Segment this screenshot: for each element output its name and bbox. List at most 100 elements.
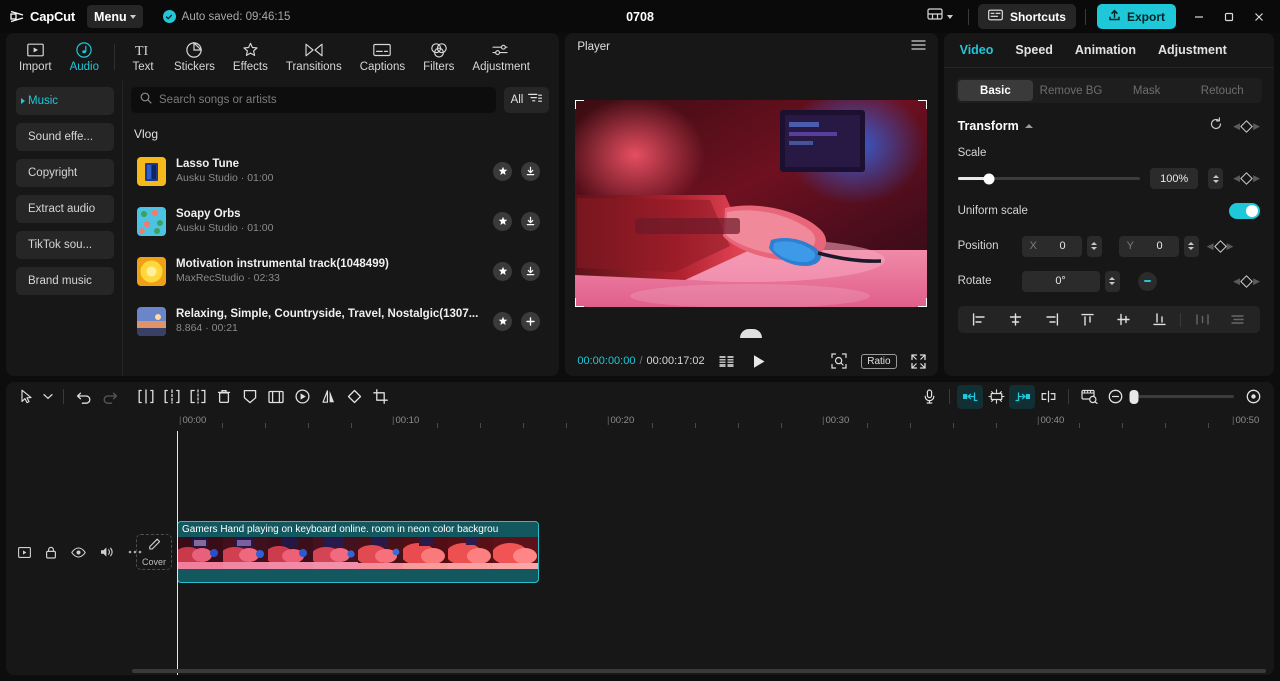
category-extract-audio[interactable]: Extract audio — [16, 195, 114, 223]
tab-adjustment[interactable]: Adjustment — [463, 38, 539, 76]
download-icon[interactable] — [521, 211, 541, 231]
next-keyframe-icon[interactable]: ▶ — [1253, 276, 1260, 287]
link-icon[interactable] — [1035, 385, 1061, 409]
scale-value-field[interactable]: 100% — [1150, 168, 1199, 189]
subtab-retouch[interactable]: Retouch — [1184, 80, 1260, 101]
tab-text[interactable]: TI Text — [121, 38, 165, 76]
scale-stepper[interactable] — [1208, 168, 1224, 189]
playhead[interactable] — [177, 431, 178, 675]
search-box[interactable] — [131, 87, 496, 113]
rotate-stepper[interactable] — [1104, 270, 1120, 292]
video-clip[interactable]: Gamers Hand playing on keyboard online. … — [177, 521, 539, 583]
keyframe-diamond-icon[interactable] — [1213, 239, 1227, 253]
uniform-scale-toggle[interactable] — [1229, 203, 1260, 219]
category-music[interactable]: Music — [16, 87, 114, 115]
category-brand-music[interactable]: Brand music — [16, 267, 114, 295]
player-resize-handle[interactable] — [740, 329, 763, 338]
prev-keyframe-icon[interactable]: ◀ — [1233, 173, 1240, 184]
filter-button[interactable]: All — [503, 87, 550, 113]
list-item[interactable]: Soapy Orbs Ausku Studio · 01:00 — [131, 197, 549, 245]
video-track-icon[interactable] — [18, 546, 31, 558]
play-button[interactable] — [752, 354, 766, 369]
next-keyframe-icon[interactable]: ▶ — [1253, 173, 1260, 184]
tab-animation[interactable]: Animation — [1075, 43, 1136, 57]
align-middle-vertical-icon[interactable] — [1105, 308, 1141, 331]
timeline-tracks[interactable]: Cover Gamers Hand playing on keyboard on… — [6, 431, 1274, 675]
align-center-horizontal-icon[interactable] — [998, 308, 1034, 331]
list-item[interactable]: Lasso Tune Ausku Studio · 01:00 — [131, 147, 549, 195]
export-button[interactable]: Export — [1096, 4, 1176, 29]
redo-icon[interactable] — [97, 385, 123, 409]
keyframe-diamond-icon[interactable] — [1240, 274, 1253, 288]
category-tiktok-sounds[interactable]: TikTok sou... — [16, 231, 114, 259]
tab-transitions[interactable]: Transitions — [277, 38, 351, 76]
download-icon[interactable] — [521, 261, 541, 281]
storyboard-icon[interactable] — [719, 355, 734, 368]
speaker-icon[interactable] — [100, 546, 114, 558]
split-icon[interactable] — [133, 385, 159, 409]
distribute-horizontal-icon[interactable] — [1184, 308, 1220, 331]
timeline-scrollbar[interactable] — [132, 669, 1266, 673]
next-keyframe-icon[interactable]: ▶ — [1253, 121, 1260, 132]
maximize-button[interactable] — [1214, 3, 1244, 31]
snap-left-icon[interactable] — [957, 384, 983, 409]
subtab-remove-bg[interactable]: Remove BG — [1033, 80, 1109, 101]
subtab-mask[interactable]: Mask — [1109, 80, 1185, 101]
menu-button[interactable]: Menu — [87, 5, 143, 28]
fullscreen-icon[interactable] — [910, 353, 926, 369]
crop-handle-bottom-right[interactable] — [918, 298, 928, 307]
tab-effects[interactable]: Effects — [224, 38, 277, 76]
rotate-field[interactable]: 0° — [1021, 270, 1100, 292]
tab-adjustment[interactable]: Adjustment — [1158, 43, 1227, 57]
zoom-knob[interactable] — [1129, 389, 1139, 404]
category-sound-effects[interactable]: Sound effe... — [16, 123, 114, 151]
prev-keyframe-icon[interactable]: ◀ — [1207, 241, 1214, 252]
undo-icon[interactable] — [71, 385, 97, 409]
snap-right-icon[interactable] — [1009, 384, 1035, 409]
zoom-preview-icon[interactable] — [831, 353, 847, 369]
favorite-star-icon[interactable] — [493, 311, 513, 331]
tab-filters[interactable]: Filters — [414, 38, 463, 76]
position-x-field[interactable]: X 0 — [1021, 235, 1082, 257]
distribute-vertical-icon[interactable] — [1220, 308, 1256, 331]
zoom-out-icon[interactable] — [1102, 385, 1128, 409]
favorite-star-icon[interactable] — [493, 161, 513, 181]
reset-icon[interactable] — [1209, 116, 1223, 136]
align-left-icon[interactable] — [962, 308, 998, 331]
rotate-icon[interactable] — [341, 385, 367, 409]
cover-button[interactable]: Cover — [136, 534, 172, 570]
tab-import[interactable]: Import — [10, 38, 61, 76]
subtab-basic[interactable]: Basic — [957, 80, 1034, 101]
lock-icon[interactable] — [45, 546, 57, 559]
position-x-stepper[interactable] — [1086, 235, 1102, 257]
tab-video[interactable]: Video — [960, 43, 994, 57]
preview-scale-icon[interactable] — [1076, 385, 1102, 409]
chevron-up-icon[interactable] — [1024, 124, 1033, 128]
favorite-star-icon[interactable] — [493, 261, 513, 281]
ratio-button[interactable]: Ratio — [861, 353, 897, 369]
trim-right-icon[interactable] — [185, 385, 211, 409]
close-button[interactable] — [1244, 3, 1274, 31]
tab-speed[interactable]: Speed — [1015, 43, 1053, 57]
shortcuts-button[interactable]: Shortcuts — [977, 4, 1076, 29]
timeline-ruler[interactable]: 00:00 00:10 00:20 00:30 00:40 00:50 — [177, 411, 1274, 431]
cursor-dropdown-icon[interactable] — [40, 385, 56, 409]
add-to-timeline-icon[interactable] — [521, 311, 541, 331]
rotate-dial[interactable] — [1137, 271, 1157, 291]
video-preview[interactable] — [575, 100, 928, 307]
scale-slider[interactable] — [957, 173, 1141, 184]
tab-captions[interactable]: Captions — [351, 38, 414, 76]
crop-handle-bottom-left[interactable] — [575, 298, 585, 307]
auto-snap-icon[interactable] — [983, 385, 1009, 409]
crop-frame-icon[interactable] — [263, 385, 289, 409]
layout-switch-button[interactable] — [921, 3, 959, 30]
list-item[interactable]: Motivation instrumental track(1048499) M… — [131, 247, 549, 295]
slider-knob[interactable] — [983, 173, 995, 184]
speed-icon[interactable] — [289, 385, 315, 409]
align-right-icon[interactable] — [1033, 308, 1069, 331]
crop-handle-top-right[interactable] — [918, 100, 928, 109]
keyframe-diamond-icon[interactable] — [1240, 119, 1253, 133]
tab-audio[interactable]: Audio — [61, 38, 108, 76]
position-y-stepper[interactable] — [1183, 235, 1199, 257]
microphone-icon[interactable] — [916, 385, 942, 409]
